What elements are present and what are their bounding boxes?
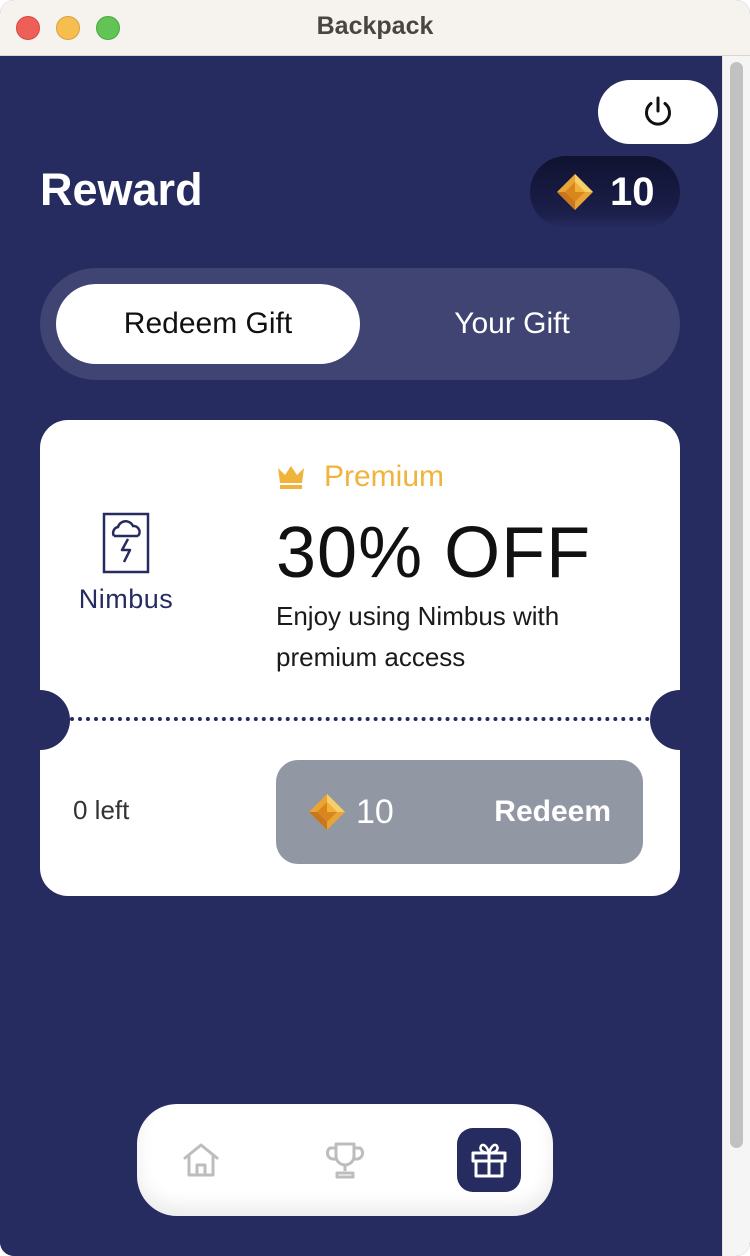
gem-balance-badge: 10 [530, 156, 680, 228]
crown-icon [278, 466, 304, 489]
gem-icon [557, 174, 593, 210]
balance-value: 10 [610, 169, 655, 214]
brand-name: Nimbus [78, 584, 174, 614]
window-title: Backpack [316, 12, 434, 40]
power-icon [645, 96, 671, 126]
gift-icon [471, 1143, 507, 1178]
offer-description: Enjoy using Nimbus with premium access [276, 601, 560, 672]
redeem-cost: 10 [356, 792, 394, 831]
bottom-navigation [137, 1104, 553, 1216]
tab-switcher: Redeem Gift Your Gift [40, 268, 680, 380]
app-window: Backpack Reward 10 Redeem Gift Your Gift [0, 0, 750, 1256]
vertical-scrollbar[interactable] [722, 56, 750, 1256]
home-icon [183, 1143, 219, 1177]
page-title: Reward [40, 164, 203, 215]
cloud-lightning-icon [102, 512, 150, 574]
scrollbar-thumb[interactable] [730, 62, 743, 1148]
remaining-count: 0 left [73, 795, 130, 825]
ticket-divider [70, 717, 650, 721]
main-content: Reward 10 Redeem Gift Your Gift Nimbus P… [0, 56, 722, 1256]
ticket-notch-right [650, 690, 710, 750]
nav-gift-button[interactable] [457, 1128, 521, 1192]
tab-redeem-gift[interactable]: Redeem Gift [56, 284, 360, 364]
title-bar: Backpack [0, 0, 750, 56]
tier-label-row: Premium [276, 460, 444, 494]
tier-label: Premium [324, 460, 445, 493]
trophy-icon [325, 1142, 365, 1179]
nav-home-button[interactable] [169, 1128, 233, 1192]
ticket-notch-left [10, 690, 70, 750]
brand-logo: Nimbus [70, 512, 182, 622]
redeem-button[interactable]: 10 Redeem [276, 760, 643, 864]
offer-title: 30% OFF [276, 513, 592, 593]
redeem-label: Redeem [494, 795, 611, 828]
nav-trophy-button[interactable] [313, 1128, 377, 1192]
gem-icon [309, 794, 345, 830]
power-button[interactable] [598, 80, 718, 144]
tab-your-gift[interactable]: Your Gift [360, 284, 664, 364]
gift-card: Nimbus Premium 30% OFF Enjoy using Nimbu… [10, 420, 710, 896]
